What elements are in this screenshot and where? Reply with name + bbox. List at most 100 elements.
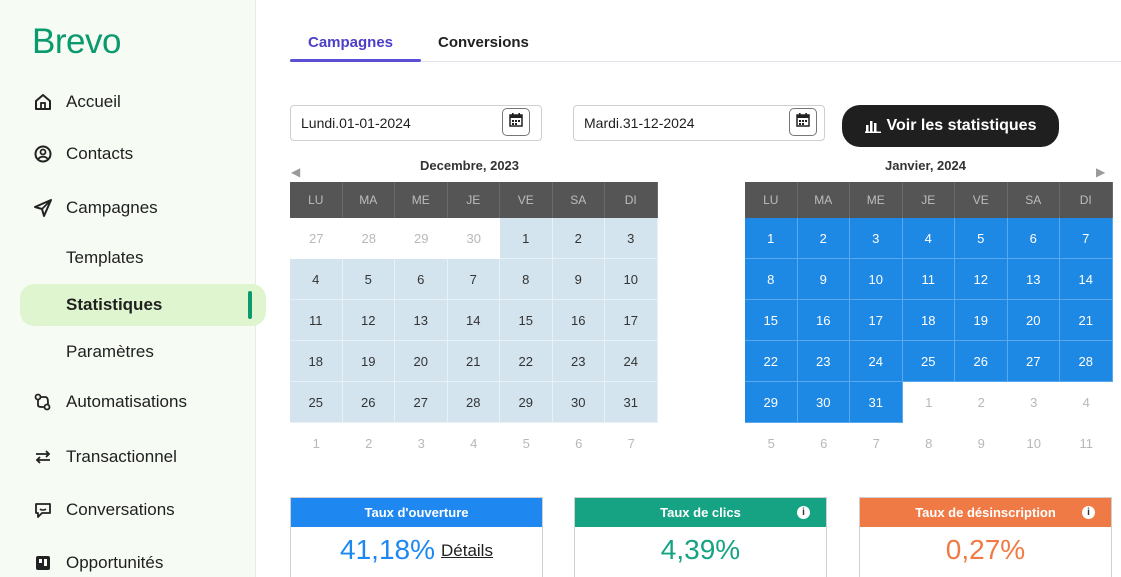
calendar-day[interactable]: 30 bbox=[797, 382, 850, 423]
calendar-day[interactable]: 5 bbox=[342, 259, 395, 300]
calendar-day[interactable]: 4 bbox=[902, 218, 955, 259]
calendar-day[interactable]: 8 bbox=[500, 259, 553, 300]
calendar-day[interactable]: 16 bbox=[797, 300, 850, 341]
calendar-day[interactable]: 6 bbox=[395, 259, 448, 300]
calendar-day[interactable]: 23 bbox=[552, 341, 605, 382]
calendar-day[interactable]: 7 bbox=[447, 259, 500, 300]
calendar-day[interactable]: 22 bbox=[745, 341, 798, 382]
calendar-day[interactable]: 1 bbox=[500, 218, 553, 259]
calendar-day[interactable]: 29 bbox=[745, 382, 798, 423]
tab-campagnes[interactable]: Campagnes bbox=[308, 34, 393, 51]
calendar-day[interactable]: 31 bbox=[605, 382, 658, 423]
calendar-day[interactable]: 12 bbox=[955, 259, 1008, 300]
calendar-day[interactable]: 18 bbox=[290, 341, 343, 382]
calendar-day[interactable]: 3 bbox=[850, 218, 903, 259]
calendar-day[interactable]: 16 bbox=[552, 300, 605, 341]
calendar-day[interactable]: 10 bbox=[850, 259, 903, 300]
calendar-day[interactable]: 30 bbox=[447, 218, 500, 259]
previous-month-arrow[interactable]: ◀ bbox=[291, 165, 300, 179]
calendar-day[interactable]: 24 bbox=[605, 341, 658, 382]
calendar-day[interactable]: 13 bbox=[1007, 259, 1060, 300]
info-icon[interactable]: i bbox=[797, 506, 810, 519]
tab-conversions[interactable]: Conversions bbox=[438, 34, 529, 51]
calendar-day[interactable]: 10 bbox=[605, 259, 658, 300]
calendar-day[interactable]: 14 bbox=[1060, 259, 1113, 300]
sidebar-item-conversations[interactable]: Conversations bbox=[0, 490, 256, 530]
calendar-day[interactable]: 24 bbox=[850, 341, 903, 382]
calendar-day[interactable]: 14 bbox=[447, 300, 500, 341]
calendar-day[interactable]: 5 bbox=[745, 423, 798, 464]
calendar-day[interactable]: 9 bbox=[797, 259, 850, 300]
calendar-day[interactable]: 27 bbox=[290, 218, 343, 259]
calendar-day[interactable]: 2 bbox=[342, 423, 395, 464]
view-statistics-button[interactable]: Voir les statistiques bbox=[842, 105, 1059, 147]
calendar-day[interactable]: 25 bbox=[902, 341, 955, 382]
details-link[interactable]: Détails bbox=[441, 541, 493, 560]
calendar-day[interactable]: 15 bbox=[745, 300, 798, 341]
calendar-day[interactable]: 4 bbox=[290, 259, 343, 300]
calendar-day[interactable]: 23 bbox=[797, 341, 850, 382]
calendar-day[interactable]: 4 bbox=[1060, 382, 1113, 423]
calendar-day[interactable]: 28 bbox=[1060, 341, 1113, 382]
calendar-day[interactable]: 11 bbox=[902, 259, 955, 300]
sidebar-item-contacts[interactable]: Contacts bbox=[0, 134, 256, 174]
calendar-day[interactable]: 18 bbox=[902, 300, 955, 341]
calendar-day[interactable]: 4 bbox=[447, 423, 500, 464]
calendar-day[interactable]: 8 bbox=[745, 259, 798, 300]
calendar-day[interactable]: 8 bbox=[902, 423, 955, 464]
calendar-day[interactable]: 2 bbox=[955, 382, 1008, 423]
calendar-day[interactable]: 26 bbox=[955, 341, 1008, 382]
sidebar-subitem-parametres[interactable]: Paramètres bbox=[66, 335, 154, 369]
calendar-day[interactable]: 22 bbox=[500, 341, 553, 382]
calendar-day[interactable]: 27 bbox=[1007, 341, 1060, 382]
calendar-day[interactable]: 25 bbox=[290, 382, 343, 423]
calendar-day[interactable]: 11 bbox=[1060, 423, 1113, 464]
calendar-day[interactable]: 10 bbox=[1007, 423, 1060, 464]
calendar-day[interactable]: 28 bbox=[447, 382, 500, 423]
calendar-day[interactable]: 5 bbox=[955, 218, 1008, 259]
calendar-day[interactable]: 2 bbox=[797, 218, 850, 259]
calendar-day[interactable]: 13 bbox=[395, 300, 448, 341]
calendar-day[interactable]: 3 bbox=[395, 423, 448, 464]
calendar-day[interactable]: 2 bbox=[552, 218, 605, 259]
calendar-day[interactable]: 1 bbox=[290, 423, 343, 464]
calendar-day[interactable]: 6 bbox=[797, 423, 850, 464]
calendar-day[interactable]: 7 bbox=[1060, 218, 1113, 259]
end-calendar-button[interactable] bbox=[789, 108, 817, 136]
calendar-day[interactable]: 27 bbox=[395, 382, 448, 423]
calendar-day[interactable]: 11 bbox=[290, 300, 343, 341]
calendar-day[interactable]: 3 bbox=[1007, 382, 1060, 423]
calendar-day[interactable]: 19 bbox=[955, 300, 1008, 341]
calendar-day[interactable]: 9 bbox=[955, 423, 1008, 464]
calendar-day[interactable]: 20 bbox=[1007, 300, 1060, 341]
calendar-day[interactable]: 31 bbox=[850, 382, 903, 423]
calendar-day[interactable]: 29 bbox=[395, 218, 448, 259]
calendar-day[interactable]: 1 bbox=[902, 382, 955, 423]
calendar-day[interactable]: 20 bbox=[395, 341, 448, 382]
sidebar-item-transactionnel[interactable]: Transactionnel bbox=[0, 437, 256, 477]
calendar-day[interactable]: 6 bbox=[552, 423, 605, 464]
calendar-day[interactable]: 7 bbox=[850, 423, 903, 464]
calendar-day[interactable]: 12 bbox=[342, 300, 395, 341]
calendar-day[interactable]: 26 bbox=[342, 382, 395, 423]
sidebar-item-opportunites[interactable]: Opportunités bbox=[0, 543, 256, 577]
calendar-day[interactable]: 29 bbox=[500, 382, 553, 423]
calendar-day[interactable]: 21 bbox=[447, 341, 500, 382]
calendar-day[interactable]: 9 bbox=[552, 259, 605, 300]
calendar-day[interactable]: 28 bbox=[342, 218, 395, 259]
next-month-arrow[interactable]: ▶ bbox=[1096, 165, 1105, 179]
calendar-day[interactable]: 30 bbox=[552, 382, 605, 423]
calendar-day[interactable]: 7 bbox=[605, 423, 658, 464]
sidebar-subitem-templates[interactable]: Templates bbox=[66, 241, 143, 275]
start-calendar-button[interactable] bbox=[502, 108, 530, 136]
calendar-day[interactable]: 21 bbox=[1060, 300, 1113, 341]
sidebar-item-automatisations[interactable]: Automatisations bbox=[0, 382, 256, 422]
brevo-logo[interactable]: Brevo bbox=[32, 22, 121, 62]
end-date-field[interactable]: Mardi.31-12-2024 bbox=[573, 105, 825, 141]
calendar-day[interactable]: 19 bbox=[342, 341, 395, 382]
sidebar-item-accueil[interactable]: Accueil bbox=[0, 82, 256, 122]
info-icon[interactable]: i bbox=[1082, 506, 1095, 519]
calendar-day[interactable]: 17 bbox=[850, 300, 903, 341]
sidebar-subitem-statistiques[interactable]: Statistiques bbox=[66, 288, 162, 322]
calendar-day[interactable]: 3 bbox=[605, 218, 658, 259]
